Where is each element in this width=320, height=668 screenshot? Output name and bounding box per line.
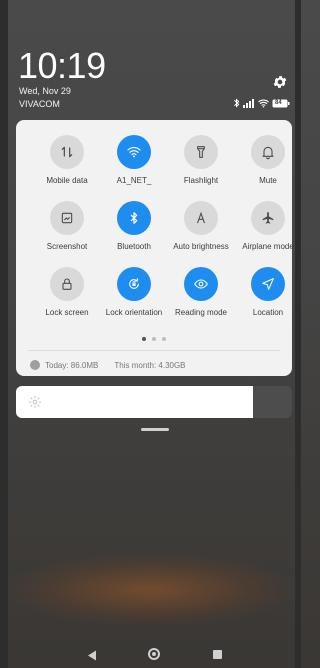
- auto-brightness-icon: [197, 211, 205, 224]
- quick-settings-panel: Today: 86.0MB This month: 4.30GB Mobile …: [16, 120, 294, 376]
- tile-label: Lock screen: [45, 308, 89, 317]
- battery-icon: 84: [272, 99, 290, 108]
- tile-toggle[interactable]: [117, 201, 151, 235]
- brightness-slider[interactable]: [16, 386, 292, 418]
- screen-edge-right: [295, 0, 301, 668]
- tile-toggle[interactable]: [50, 201, 84, 235]
- home-icon[interactable]: [148, 648, 160, 660]
- quick-tile-mobile-data[interactable]: Mobile data: [31, 135, 103, 185]
- tile-label: Reading mode: [174, 308, 228, 317]
- tile-label: Bluetooth: [117, 242, 151, 251]
- page-indicator: [142, 337, 166, 341]
- page-dot[interactable]: [142, 337, 146, 341]
- wifi-icon: [127, 146, 141, 158]
- navigation-bar: [0, 635, 301, 668]
- tile-label: Mute: [259, 176, 277, 185]
- flashlight-icon: [197, 146, 205, 158]
- quick-tile-auto-brightness[interactable]: Auto brightness: [165, 201, 237, 251]
- page-dot[interactable]: [152, 337, 156, 341]
- tile-label: Mobile data: [46, 176, 88, 185]
- quick-tile-screenshot[interactable]: Screenshot: [31, 201, 103, 251]
- recent-apps-icon[interactable]: [213, 650, 222, 659]
- tile-toggle[interactable]: [184, 267, 218, 301]
- screen-edge-left: [0, 0, 8, 668]
- tile-label: Auto brightness: [173, 242, 229, 251]
- airplane-icon: [262, 212, 274, 224]
- tile-label: Location: [252, 308, 284, 317]
- eye-icon: [194, 279, 208, 289]
- clock: 10:19: [18, 45, 106, 86]
- tile-label: Airplane mode: [242, 242, 294, 251]
- quick-tile-lock-screen[interactable]: Lock screen: [31, 267, 103, 317]
- tile-label: Flashlight: [183, 176, 219, 185]
- settings-gear-icon[interactable]: [272, 74, 288, 90]
- brightness-fill: [16, 386, 253, 418]
- tile-toggle[interactable]: [117, 267, 151, 301]
- wifi-icon: [258, 99, 269, 108]
- rotation-lock-icon: [129, 278, 139, 289]
- back-icon[interactable]: [87, 650, 97, 661]
- wallpaper-glow: [10, 555, 290, 625]
- quick-tile-bluetooth[interactable]: Bluetooth: [98, 201, 170, 251]
- bluetooth-icon: [130, 212, 138, 224]
- tile-label: A1_NET_: [116, 176, 152, 185]
- divider: [28, 350, 280, 351]
- tile-toggle[interactable]: [251, 201, 285, 235]
- tile-toggle[interactable]: [50, 135, 84, 169]
- bluetooth-icon: [233, 98, 240, 108]
- data-usage: Today: 86.0MB This month: 4.30GB: [30, 360, 186, 370]
- bell-icon: [262, 146, 274, 160]
- page-dot[interactable]: [162, 337, 166, 341]
- data-usage-today: Today: 86.0MB: [45, 360, 99, 370]
- carrier-name: VIVACOM: [19, 99, 60, 109]
- quick-tile-mute[interactable]: Mute: [232, 135, 304, 185]
- tile-toggle[interactable]: [184, 135, 218, 169]
- tile-toggle[interactable]: [50, 267, 84, 301]
- tile-toggle[interactable]: [251, 267, 285, 301]
- mobile-data-icon: [61, 146, 73, 158]
- quick-tile-location[interactable]: Location: [232, 267, 304, 317]
- status-icons: 84: [233, 98, 290, 108]
- brightness-sun-icon: [28, 395, 42, 409]
- date: Wed, Nov 29: [19, 86, 71, 96]
- data-usage-month: This month: 4.30GB: [114, 360, 186, 370]
- tile-label: Screenshot: [46, 242, 88, 251]
- quick-tile-airplane-mode[interactable]: Airplane mode: [232, 201, 304, 251]
- quick-tile-reading-mode[interactable]: Reading mode: [165, 267, 237, 317]
- tile-toggle[interactable]: [251, 135, 285, 169]
- location-icon: [262, 278, 274, 290]
- panel-drag-handle[interactable]: [141, 428, 169, 431]
- screenshot-icon: [61, 212, 73, 224]
- info-icon: [30, 360, 40, 370]
- quick-tile-lock-orientation[interactable]: Lock orientation: [98, 267, 170, 317]
- tile-label: Lock orientation: [105, 308, 163, 317]
- tile-toggle[interactable]: [117, 135, 151, 169]
- lock-icon: [62, 278, 72, 290]
- cellular-signal-icon: [243, 98, 255, 108]
- battery-level: 84: [275, 99, 282, 106]
- quick-tile-flashlight[interactable]: Flashlight: [165, 135, 237, 185]
- quick-tile-a1-net[interactable]: A1_NET_: [98, 135, 170, 185]
- tile-toggle[interactable]: [184, 201, 218, 235]
